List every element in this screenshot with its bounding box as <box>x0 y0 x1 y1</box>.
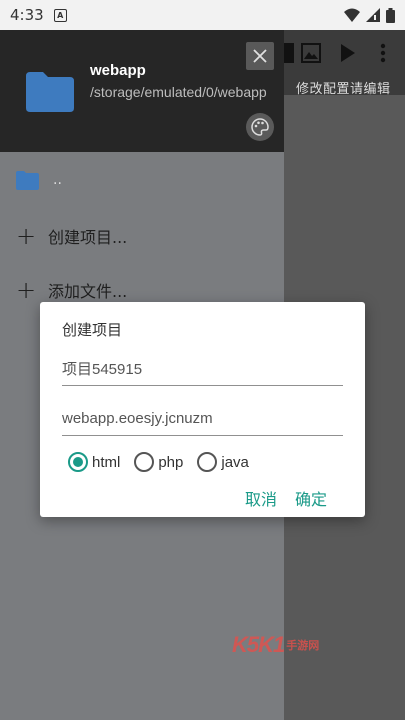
drawer-title: webapp <box>90 62 146 79</box>
plus-icon: + <box>16 222 37 250</box>
palette-icon <box>251 118 269 136</box>
status-icons <box>344 7 395 23</box>
dialog-actions: 取消 确定 <box>245 486 327 510</box>
main-menu-text: 修改配置请编辑 <box>296 82 391 97</box>
close-button[interactable] <box>246 42 274 70</box>
radio-php-label: php <box>158 453 184 471</box>
radio-checked-icon <box>68 452 88 472</box>
create-project-dialog: 创建项目 html php java 取消 确定 <box>40 302 365 517</box>
watermark: K5K1 手游网 <box>232 632 319 658</box>
radio-html-label: html <box>92 453 121 471</box>
theme-button[interactable] <box>246 113 274 141</box>
signal-icon <box>366 8 380 22</box>
radio-html[interactable]: html <box>68 452 120 472</box>
wifi-icon <box>344 8 360 22</box>
parent-directory-item[interactable]: .. <box>0 160 284 200</box>
project-type-radio-group: html php java <box>68 452 263 472</box>
watermark-text: 手游网 <box>286 639 320 652</box>
parent-directory-label: .. <box>53 172 62 188</box>
radio-php[interactable]: php <box>134 452 183 472</box>
create-project-label: 创建项目... <box>48 228 128 247</box>
plus-icon: + <box>16 276 37 304</box>
notification-icon: A <box>53 8 67 22</box>
folder-icon <box>26 72 74 112</box>
drawer-header: webapp /storage/emulated/0/webapp <box>0 30 284 152</box>
main-toolbar: 修改配置请编辑 <box>280 30 405 97</box>
radio-java[interactable]: java <box>197 452 249 472</box>
close-icon <box>253 49 267 63</box>
drawer-path: /storage/emulated/0/webapp <box>90 84 267 100</box>
play-icon[interactable] <box>337 42 359 64</box>
radio-java-label: java <box>221 453 249 471</box>
battery-icon <box>386 7 395 23</box>
package-name-input[interactable] <box>62 402 343 436</box>
radio-unchecked-icon <box>134 452 155 472</box>
ok-button[interactable]: 确定 <box>295 486 327 510</box>
status-time: 4:33 <box>10 6 44 24</box>
project-name-input[interactable] <box>62 352 343 386</box>
watermark-logo: K5K1 <box>232 632 285 657</box>
add-file-label: 添加文件... <box>48 282 128 301</box>
folder-icon <box>16 170 39 190</box>
dialog-title: 创建项目 <box>62 321 123 339</box>
radio-unchecked-icon <box>197 452 218 472</box>
more-icon[interactable] <box>372 42 394 64</box>
cancel-button[interactable]: 取消 <box>245 486 277 510</box>
create-project-item[interactable]: + 创建项目... <box>0 216 284 256</box>
image-icon[interactable] <box>300 42 322 64</box>
status-bar: 4:33 A <box>0 0 405 30</box>
